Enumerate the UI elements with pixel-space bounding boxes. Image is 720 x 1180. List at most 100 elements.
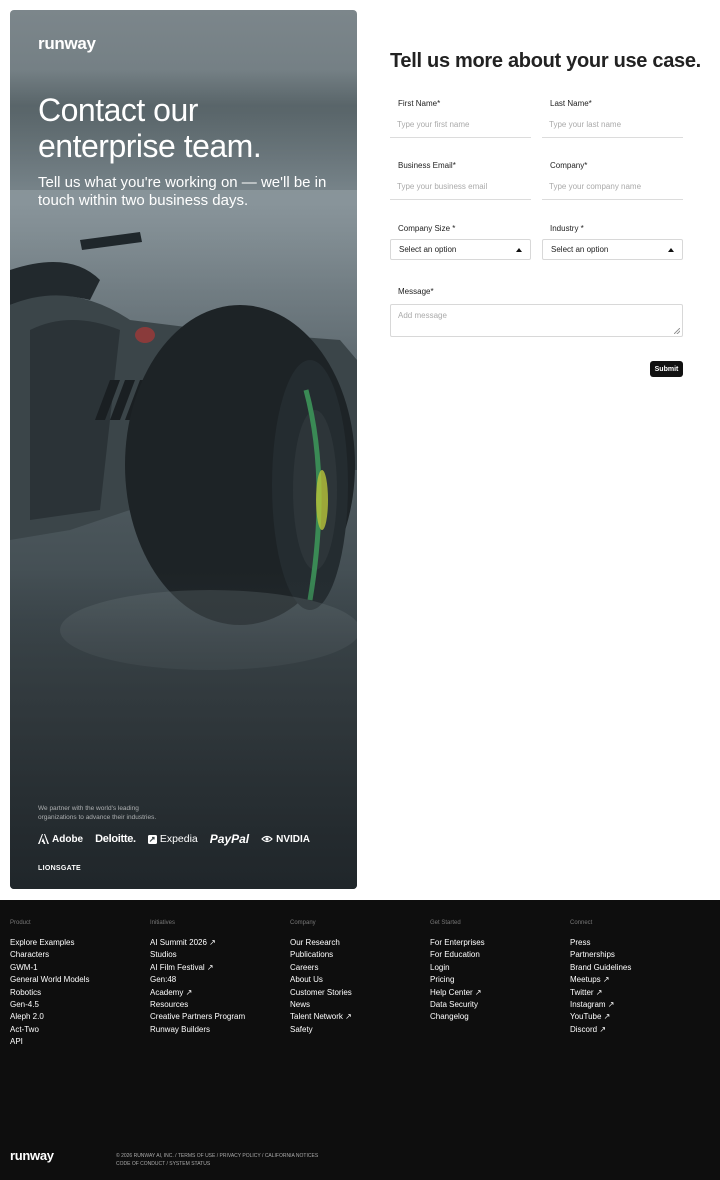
message-label: Message* <box>398 287 434 296</box>
hero-runway-logo[interactable]: runway <box>38 34 96 54</box>
resize-grip-icon[interactable] <box>674 328 680 334</box>
adobe-name: Adobe <box>52 833 84 845</box>
footer-column-product: Product Explore Examples Characters GWM-… <box>10 920 150 1049</box>
footer-link[interactable]: GWM-1 <box>10 962 150 974</box>
footer-link[interactable]: Resources <box>150 999 290 1011</box>
industry-label: Industry * <box>550 224 584 233</box>
footer-link[interactable]: For Education <box>430 949 570 961</box>
form-title: Tell us more about your use case. <box>390 50 701 72</box>
hero-headline: Contact our enterprise team. <box>38 92 262 164</box>
adobe-icon <box>38 834 49 844</box>
business-email-input[interactable]: Type your business email <box>390 180 531 200</box>
footer-link[interactable]: Press <box>570 937 710 949</box>
message-placeholder: Add message <box>398 311 447 320</box>
hero-panel: runway Contact our enterprise team. Tell… <box>10 10 357 889</box>
submit-button[interactable]: Submit <box>650 361 683 377</box>
expedia-icon <box>147 834 157 844</box>
footer-link[interactable]: YouTube ↗ <box>570 1011 710 1023</box>
footer-link[interactable]: Customer Stories <box>290 987 430 999</box>
footer-column-company: Company Our Research Publications Career… <box>290 920 430 1036</box>
company-size-value: Select an option <box>399 245 457 254</box>
first-name-field: First Name* Type your first name <box>390 99 531 138</box>
footer-link[interactable]: Pricing <box>430 974 570 986</box>
partner-logos: Adobe Deloitte. Expedia PayPal NVIDIA <box>38 832 338 846</box>
business-email-field: Business Email* Type your business email <box>390 161 531 200</box>
footer-column-heading: Get Started <box>430 920 461 926</box>
footer-link[interactable]: Creative Partners Program <box>150 1011 290 1023</box>
nvidia-logo: NVIDIA <box>261 834 310 845</box>
footer-link[interactable]: Partnerships <box>570 949 710 961</box>
message-textarea[interactable]: Add message <box>390 304 683 337</box>
footer-link[interactable]: Aleph 2.0 <box>10 1011 150 1023</box>
company-size-field: Company Size * Select an option <box>390 224 531 260</box>
last-name-field: Last Name* Type your last name <box>542 99 683 138</box>
footer-link[interactable]: Characters <box>10 949 150 961</box>
footer-legal: © 2026 RUNWAY AI, INC. / TERMS OF USE / … <box>116 1152 318 1168</box>
last-name-label: Last Name* <box>550 99 592 108</box>
footer-link[interactable]: Brand Guidelines <box>570 962 710 974</box>
nvidia-name: NVIDIA <box>276 833 311 845</box>
footer-column-heading: Company <box>290 920 316 926</box>
footer-link[interactable]: News <box>290 999 430 1011</box>
nvidia-icon <box>261 835 273 843</box>
message-field: Message* Add message <box>390 287 683 337</box>
footer-column-initiatives: Initiatives AI Summit 2026 ↗ Studios AI … <box>150 920 290 1036</box>
site-footer: Product Explore Examples Characters GWM-… <box>0 900 720 1180</box>
company-field: Company* Type your company name <box>542 161 683 200</box>
last-name-input[interactable]: Type your last name <box>542 118 683 138</box>
expedia-logo: Expedia <box>147 833 198 845</box>
deloitte-logo: Deloitte. <box>95 833 136 845</box>
business-email-label: Business Email* <box>398 161 456 170</box>
footer-link[interactable]: Discord ↗ <box>570 1024 710 1036</box>
footer-column-heading: Product <box>10 920 31 926</box>
footer-column-connect: Connect Press Partnerships Brand Guideli… <box>570 920 710 1036</box>
footer-link[interactable]: Instagram ↗ <box>570 999 710 1011</box>
footer-link[interactable]: General World Models <box>10 974 150 986</box>
footer-link[interactable]: Careers <box>290 962 430 974</box>
adobe-logo: Adobe <box>38 834 83 845</box>
footer-link[interactable]: Robotics <box>10 987 150 999</box>
legal-links-line-1[interactable]: © 2026 RUNWAY AI, INC. / TERMS OF USE / … <box>116 1152 318 1160</box>
footer-link[interactable]: AI Film Festival ↗ <box>150 962 290 974</box>
footer-column-heading: Initiatives <box>150 920 176 926</box>
footer-link[interactable]: Gen-4.5 <box>10 999 150 1011</box>
footer-link[interactable]: Twitter ↗ <box>570 987 710 999</box>
footer-link[interactable]: Explore Examples <box>10 937 150 949</box>
footer-link[interactable]: About Us <box>290 974 430 986</box>
company-size-label: Company Size * <box>398 224 456 233</box>
footer-link[interactable]: Our Research <box>290 937 430 949</box>
footer-column-heading: Connect <box>570 920 593 926</box>
footer-link[interactable]: Login <box>430 962 570 974</box>
footer-link[interactable]: Publications <box>290 949 430 961</box>
lionsgate-logo: LIONSGATE <box>38 865 82 872</box>
legal-links-line-2[interactable]: CODE OF CONDUCT / SYSTEM STATUS <box>116 1160 318 1168</box>
first-name-input[interactable]: Type your first name <box>390 118 531 138</box>
footer-runway-logo[interactable]: runway <box>10 1148 54 1163</box>
footer-link[interactable]: Act-Two <box>10 1024 150 1036</box>
paypal-logo: PayPal <box>209 832 250 846</box>
footer-column-get-started: Get Started For Enterprises For Educatio… <box>430 920 570 1024</box>
footer-link[interactable]: Meetups ↗ <box>570 974 710 986</box>
partner-note: We partner with the world's leading orga… <box>38 805 157 821</box>
footer-link[interactable]: Safety <box>290 1024 430 1036</box>
footer-link[interactable]: Changelog <box>430 1011 570 1023</box>
industry-value: Select an option <box>551 245 609 254</box>
footer-link[interactable]: Academy ↗ <box>150 987 290 999</box>
company-label: Company* <box>550 161 588 170</box>
footer-link[interactable]: Studios <box>150 949 290 961</box>
footer-link[interactable]: API <box>10 1036 150 1048</box>
hero-subline: Tell us what you're working on — we'll b… <box>38 174 327 209</box>
footer-link[interactable]: AI Summit 2026 ↗ <box>150 937 290 949</box>
footer-link[interactable]: Help Center ↗ <box>430 987 570 999</box>
caret-up-icon <box>516 247 522 252</box>
footer-link[interactable]: For Enterprises <box>430 937 570 949</box>
industry-field: Industry * Select an option <box>542 224 683 260</box>
footer-link[interactable]: Gen:48 <box>150 974 290 986</box>
first-name-label: First Name* <box>398 99 441 108</box>
company-input[interactable]: Type your company name <box>542 180 683 200</box>
footer-link[interactable]: Runway Builders <box>150 1024 290 1036</box>
industry-select[interactable]: Select an option <box>542 239 683 260</box>
company-size-select[interactable]: Select an option <box>390 239 531 260</box>
footer-link[interactable]: Talent Network ↗ <box>290 1011 430 1023</box>
footer-link[interactable]: Data Security <box>430 999 570 1011</box>
